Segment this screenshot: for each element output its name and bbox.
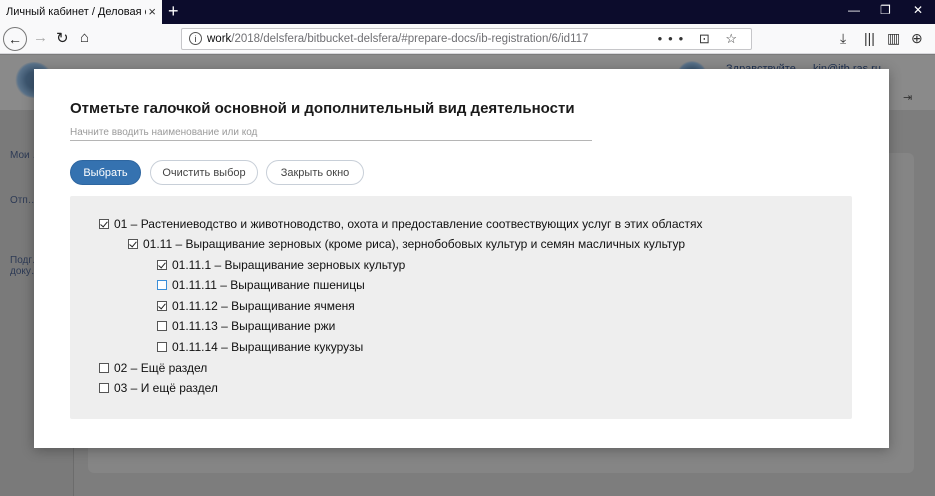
activity-dialog: Отметьте галочкой основной и дополнитель… bbox=[34, 69, 889, 448]
tree-node-label: 01 – Растениеводство и животноводство, о… bbox=[114, 217, 703, 231]
select-button[interactable]: Выбрать bbox=[70, 160, 141, 185]
tab-strip: Личный кабинет / Деловая сфера × + — ❐ ✕ bbox=[0, 0, 935, 24]
tree-node-label: 03 – И ещё раздел bbox=[114, 381, 218, 395]
tree-node-01-11-1[interactable]: 01.11.1 – Выращивание зерновых культур bbox=[157, 258, 405, 272]
minimize-icon[interactable]: — bbox=[848, 3, 860, 17]
url-bar[interactable]: i work/2018/delsfera/bitbucket-delsfera/… bbox=[181, 28, 752, 50]
download-icon[interactable]: ⤓ bbox=[840, 30, 846, 47]
library-icon[interactable]: ||| bbox=[864, 30, 875, 46]
clear-selection-button[interactable]: Очистить выбор bbox=[150, 160, 258, 185]
window-close-icon[interactable]: ✕ bbox=[913, 3, 923, 17]
browser-tab[interactable]: Личный кабинет / Деловая сфера × bbox=[0, 0, 162, 24]
back-icon[interactable]: ← bbox=[3, 27, 27, 51]
close-tab-icon[interactable]: × bbox=[148, 4, 156, 19]
tree-node-label: 01.11.12 – Выращивание ячменя bbox=[172, 299, 355, 313]
page-actions-icon[interactable]: ••• ⊡ ☆ bbox=[658, 31, 743, 47]
tree-node-01-11-14[interactable]: 01.11.14 – Выращивание кукурузы bbox=[157, 340, 363, 354]
checkbox-unchecked[interactable] bbox=[99, 363, 109, 373]
checkbox-unchecked[interactable] bbox=[157, 342, 167, 352]
tree-node-01[interactable]: 01 – Растениеводство и животноводство, о… bbox=[99, 217, 702, 231]
tree-node-label: 01.11.14 – Выращивание кукурузы bbox=[172, 340, 364, 354]
checkbox-checked[interactable] bbox=[157, 260, 167, 270]
checkbox-checked[interactable] bbox=[99, 219, 109, 229]
nav-bar: ← → ↻ ⌂ i work/2018/delsfera/bitbucket-d… bbox=[0, 24, 935, 54]
logout-icon[interactable]: ⇥ bbox=[903, 91, 912, 104]
tree-node-01-11-13[interactable]: 01.11.13 – Выращивание ржи bbox=[157, 319, 335, 333]
tree-node-02[interactable]: 02 – Ещё раздел bbox=[99, 361, 207, 375]
checkbox-checked[interactable] bbox=[157, 301, 167, 311]
restore-icon[interactable]: ❐ bbox=[880, 3, 891, 17]
tree-node-label: 01.11.1 – Выращивание зерновых культур bbox=[172, 258, 406, 272]
reload-icon[interactable]: ↻ bbox=[56, 29, 69, 47]
url-text[interactable]: work/2018/delsfera/bitbucket-delsfera/#p… bbox=[207, 33, 588, 45]
checkbox-unchecked[interactable] bbox=[99, 383, 109, 393]
tree-node-03[interactable]: 03 – И ещё раздел bbox=[99, 381, 218, 395]
sidebar-icon[interactable]: ▥ bbox=[887, 30, 900, 47]
tree-node-01-11-12[interactable]: 01.11.12 – Выращивание ячменя bbox=[157, 299, 355, 313]
extension-icon[interactable]: ⊕ bbox=[911, 30, 923, 47]
forward-icon[interactable]: → bbox=[33, 29, 48, 46]
tree-node-01-11-11[interactable]: 01.11.11 – Выращивание пшеницы bbox=[157, 278, 365, 292]
tab-title: Личный кабинет / Деловая сфера bbox=[6, 6, 146, 18]
close-dialog-button[interactable]: Закрыть окно bbox=[266, 160, 364, 185]
activity-tree: 01 – Растениеводство и животноводство, о… bbox=[70, 196, 852, 419]
tree-node-label: 01.11 – Выращивание зерновых (кроме риса… bbox=[143, 237, 686, 251]
home-icon[interactable]: ⌂ bbox=[80, 29, 89, 46]
checkbox-checked[interactable] bbox=[128, 239, 138, 249]
tree-node-label: 01.11.11 – Выращивание пшеницы bbox=[172, 278, 365, 292]
checkbox-unchecked[interactable] bbox=[157, 280, 167, 290]
new-tab-button[interactable]: + bbox=[168, 1, 179, 22]
tree-node-label: 01.11.13 – Выращивание ржи bbox=[172, 319, 336, 333]
dialog-title: Отметьте галочкой основной и дополнитель… bbox=[70, 100, 575, 117]
checkbox-unchecked[interactable] bbox=[157, 321, 167, 331]
tree-node-01-11[interactable]: 01.11 – Выращивание зерновых (кроме риса… bbox=[128, 237, 685, 251]
site-info-icon[interactable]: i bbox=[189, 32, 202, 45]
activity-search-input[interactable] bbox=[70, 125, 592, 141]
tree-node-label: 02 – Ещё раздел bbox=[114, 361, 208, 375]
